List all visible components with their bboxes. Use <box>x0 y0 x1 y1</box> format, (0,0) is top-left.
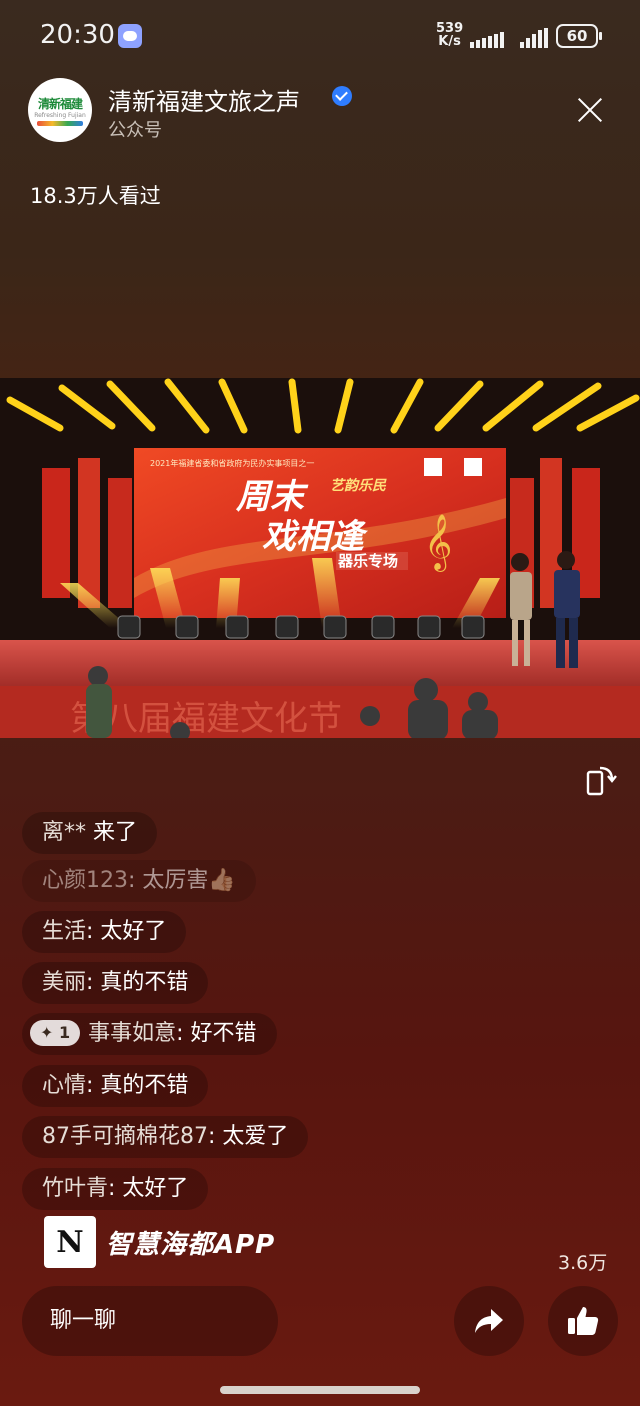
chat-input[interactable]: 聊一聊 <box>22 1286 278 1356</box>
comment-item[interactable]: 竹叶青: 太好了 <box>22 1168 209 1210</box>
comment-user: 竹叶青 <box>42 1176 109 1201</box>
comment-separator: : <box>208 1124 223 1149</box>
fan-level-badge: ✦ 1 <box>30 1020 81 1046</box>
comment-item[interactable]: 87手可摘棉花87: 太爱了 <box>22 1116 309 1158</box>
avatar-logo-text: 清新福建 <box>37 96 83 111</box>
screen-header-text: 2021年福建省委和省政府为民办实事项目之一 <box>150 458 314 468</box>
comment-separator: : <box>128 868 143 893</box>
comment-text: 太爱了 <box>222 1124 289 1149</box>
home-indicator[interactable] <box>220 1386 420 1394</box>
share-icon <box>475 1309 503 1333</box>
chat-notification-icon <box>118 24 142 48</box>
close-icon[interactable] <box>574 94 606 126</box>
signal-icon-2 <box>520 26 548 48</box>
view-count: 18.3万人看过 <box>30 184 161 208</box>
share-button[interactable] <box>454 1286 524 1356</box>
network-speed: 539 K/s <box>436 22 463 48</box>
event-title-line2: 戏相逢 <box>262 517 369 557</box>
comment-separator: : <box>108 1176 123 1201</box>
comment-item[interactable]: ✦ 1 事事如意: 好不错 <box>22 1013 277 1055</box>
comment-separator: : <box>86 919 101 944</box>
account-header: 清新福建 Refreshing Fujian 清新福建文旅之声 公众号 <box>0 72 640 152</box>
event-badge: 艺韵乐民 <box>330 477 387 494</box>
verified-icon <box>332 86 352 106</box>
comment-user: 事事如意 <box>88 1021 177 1046</box>
comment-separator: : <box>86 970 101 995</box>
comment-user: 心情 <box>42 1073 87 1098</box>
avatar-logo-subtext: Refreshing Fujian <box>34 111 86 119</box>
comment-user: 美丽 <box>42 970 87 995</box>
comment-user: 离** <box>42 820 87 845</box>
avatar-logo-stripe <box>37 120 83 126</box>
comment-item[interactable]: 心情: 真的不错 <box>22 1065 209 1107</box>
video-player[interactable]: 2021年福建省委和省政府为民办实事项目之一 周末 戏相逢 艺韵乐民 器乐专场 … <box>0 378 640 738</box>
avatar[interactable]: 清新福建 Refreshing Fujian <box>28 78 92 142</box>
comment-text: 真的不错 <box>100 970 189 995</box>
like-count: 3.6万 <box>558 1252 608 1274</box>
comment-separator <box>86 820 93 845</box>
comment-text: 来了 <box>93 820 138 845</box>
comment-item[interactable]: 美丽: 真的不错 <box>22 962 209 1004</box>
account-name[interactable]: 清新福建文旅之声 <box>108 82 300 117</box>
status-time: 20:30 <box>40 20 115 50</box>
comment-text: 太好了 <box>100 919 167 944</box>
comment-text: 真的不错 <box>100 1073 189 1098</box>
signal-icon <box>470 26 504 48</box>
watermark-text: 智慧海都APP <box>106 1229 276 1260</box>
account-type: 公众号 <box>108 120 162 141</box>
rotate-screen-icon[interactable] <box>582 762 618 798</box>
comment-item[interactable]: 离** 来了 <box>22 812 158 854</box>
stage-scene: 2021年福建省委和省政府为民办实事项目之一 周末 戏相逢 艺韵乐民 器乐专场 … <box>0 378 640 738</box>
event-title-line1: 周末 <box>235 477 309 517</box>
network-speed-unit: K/s <box>438 34 461 49</box>
battery-icon: 60 <box>556 24 602 48</box>
thumbs-up-icon <box>568 1307 599 1335</box>
comment-user: 生活 <box>42 919 87 944</box>
comment-separator: : <box>176 1021 191 1046</box>
watermark-logo: N <box>44 1216 96 1268</box>
comment-item[interactable]: 生活: 太好了 <box>22 911 187 953</box>
comment-user: 心颜123 <box>42 868 128 893</box>
comment-text: 好不错 <box>190 1021 257 1046</box>
comment-item[interactable]: 心颜123: 太厉害👍🏼 <box>22 860 256 902</box>
comment-user: 87手可摘棉花87 <box>42 1124 208 1149</box>
app-watermark: N 智慧海都APP <box>44 1216 275 1268</box>
comment-text: 太厉害👍🏼 <box>142 868 236 893</box>
comment-separator: : <box>86 1073 101 1098</box>
status-bar: 20:30 539 K/s 60 <box>0 0 640 72</box>
like-button[interactable] <box>548 1286 618 1356</box>
event-subtitle: 器乐专场 <box>337 552 398 570</box>
treble-clef-icon: 𝄞 <box>424 514 452 572</box>
comment-text: 太好了 <box>122 1176 189 1201</box>
